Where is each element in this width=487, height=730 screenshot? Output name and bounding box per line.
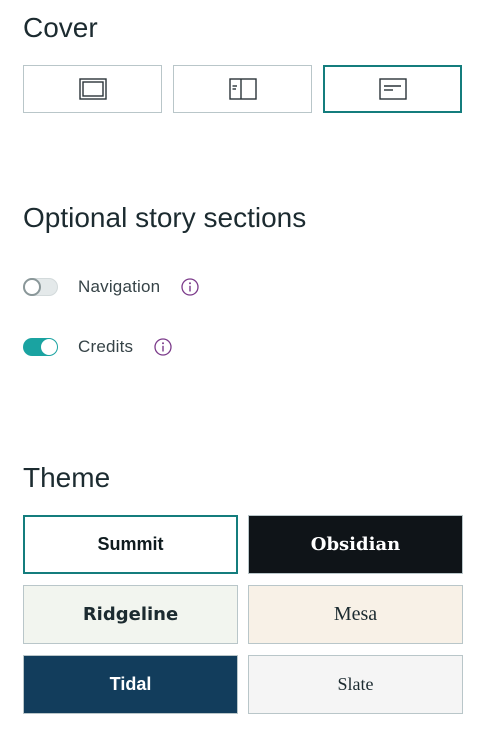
theme-tile-label: Slate: [337, 674, 374, 694]
sections-title: Optional story sections: [23, 202, 307, 233]
credits-row: Credits: [23, 335, 172, 359]
theme-tile-label: Summit: [97, 534, 164, 554]
cover-option-sidebyside[interactable]: [173, 65, 312, 113]
toggle-knob: [41, 339, 57, 355]
theme-tile-slate[interactable]: Slate: [248, 655, 463, 714]
theme-tile-obsidian[interactable]: Obsidian: [248, 515, 463, 574]
theme-tile-summit[interactable]: Summit: [23, 515, 238, 574]
theme-tile-label: Mesa: [333, 603, 378, 625]
credits-toggle[interactable]: [23, 338, 58, 356]
theme-tile-mesa[interactable]: Mesa: [248, 585, 463, 644]
toggle-knob: [23, 278, 41, 296]
navigation-row: Navigation: [23, 275, 199, 299]
cover-full-icon: [78, 78, 107, 100]
cover-sidebyside-icon: [228, 78, 257, 100]
theme-tile-tidal[interactable]: Tidal: [23, 655, 238, 714]
cover-minimal-icon: [378, 78, 407, 100]
cover-option-full[interactable]: [23, 65, 162, 113]
theme-tile-ridgeline[interactable]: Ridgeline: [23, 585, 238, 644]
theme-section-title: Theme: [23, 462, 111, 493]
cover-section-title: Cover: [23, 12, 98, 43]
info-icon[interactable]: [154, 338, 172, 356]
theme-tile-label: Obsidian: [310, 534, 401, 555]
theme-tile-label: Tidal: [109, 674, 152, 694]
navigation-toggle[interactable]: [23, 278, 58, 296]
info-icon[interactable]: [181, 278, 199, 296]
navigation-label: Navigation: [78, 277, 161, 296]
credits-label: Credits: [78, 337, 134, 356]
theme-tile-label: Ridgeline: [82, 604, 179, 625]
cover-option-minimal[interactable]: [323, 65, 462, 113]
